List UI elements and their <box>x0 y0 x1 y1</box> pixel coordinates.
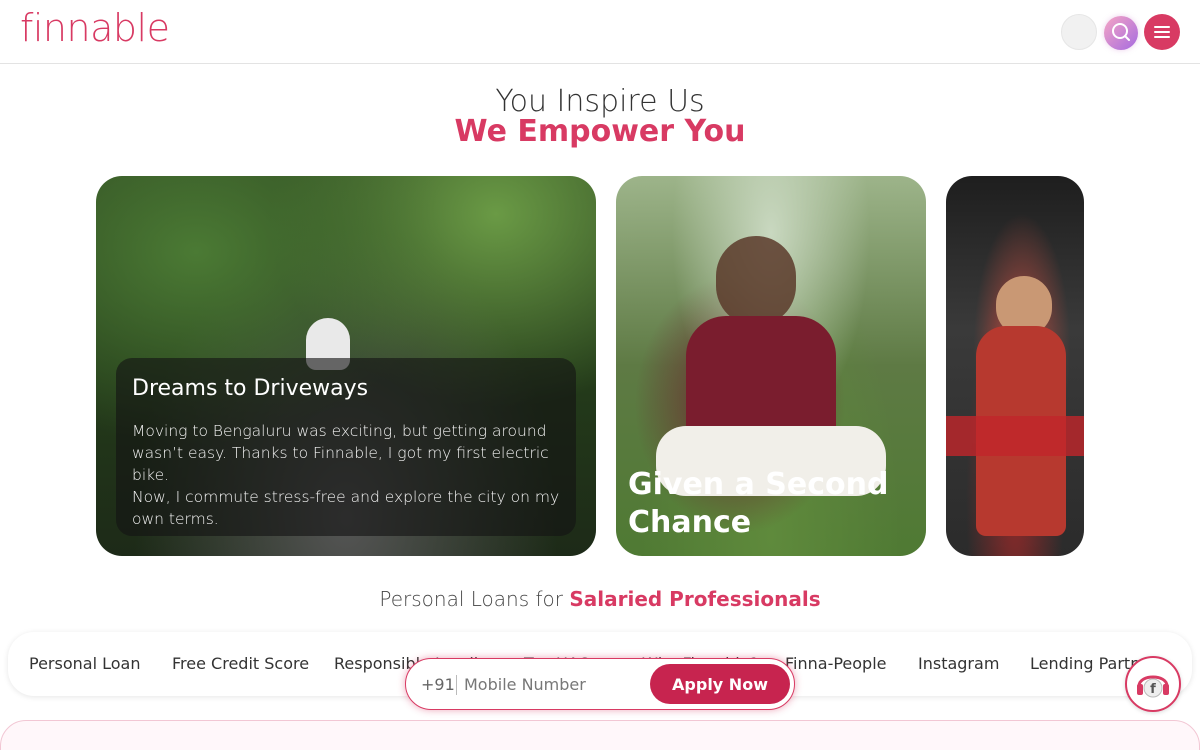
hamburger-menu-icon <box>1154 26 1170 38</box>
apply-now-button[interactable]: Apply Now <box>650 664 790 704</box>
card-text-panel: Dreams to Driveways Moving to Bengaluru … <box>116 358 576 536</box>
testimonial-card-dreams-to-driveways[interactable]: Dreams to Driveways Moving to Bengaluru … <box>96 176 596 556</box>
menu-button[interactable] <box>1144 14 1180 50</box>
nav-item-finna-people[interactable]: Finna-People <box>785 654 887 673</box>
card-story-text: Moving to Bengaluru was exciting, but ge… <box>132 422 560 528</box>
top-header: finnable <box>0 0 1200 64</box>
divider <box>456 675 457 695</box>
card-title: Dreams to Driveways <box>132 376 369 401</box>
person-photo-head <box>716 236 796 326</box>
support-headset-icon: f <box>1137 675 1169 698</box>
nav-item-instagram[interactable]: Instagram <box>918 654 999 673</box>
apply-bar: +91 Apply Now <box>405 658 795 710</box>
search-button[interactable] <box>1104 16 1138 50</box>
personal-loans-highlight: Salaried Professionals <box>569 587 821 611</box>
personal-loans-prefix: Personal Loans for <box>379 587 563 611</box>
nav-item-personal-loan[interactable]: Personal Loan <box>29 654 140 673</box>
search-icon <box>1112 23 1130 41</box>
nav-item-free-credit-score[interactable]: Free Credit Score <box>172 654 309 673</box>
mobile-number-input[interactable] <box>464 668 644 700</box>
car-photo <box>946 416 1084 456</box>
next-section-preview <box>0 720 1200 750</box>
card-title: Given a Second Chance <box>628 467 889 540</box>
personal-loans-heading: Personal Loans for Salaried Professional… <box>0 587 1200 611</box>
country-code: +91 <box>421 675 455 694</box>
hero-title-line2: We Empower You <box>454 114 746 149</box>
support-chat-button[interactable]: f <box>1125 656 1181 712</box>
support-badge-letter: f <box>1150 682 1156 697</box>
finnable-logo[interactable]: finnable <box>20 6 170 50</box>
header-blank-button[interactable] <box>1061 14 1097 50</box>
testimonial-card-second-chance[interactable]: Given a Second Chance <box>616 176 926 556</box>
testimonial-card-bride[interactable] <box>946 176 1084 556</box>
